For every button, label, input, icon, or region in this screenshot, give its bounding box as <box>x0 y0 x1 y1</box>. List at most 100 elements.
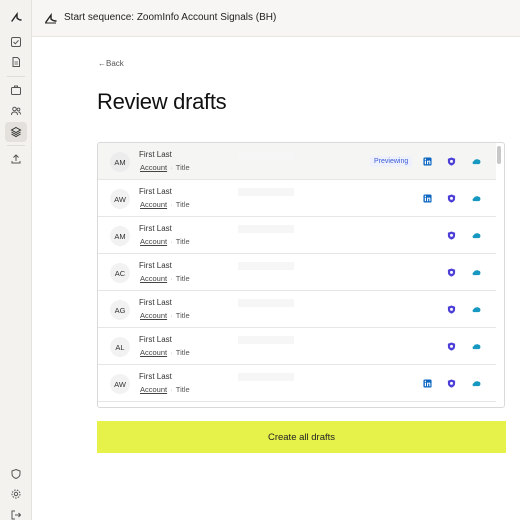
contact-name: First Last <box>139 150 172 159</box>
contact-name: First Last <box>139 224 172 233</box>
salesforce-icon <box>472 195 480 201</box>
create-all-drafts-button[interactable]: Create all drafts <box>97 421 506 453</box>
salesforce-button[interactable] <box>470 155 482 167</box>
account-link[interactable]: Account <box>140 200 167 209</box>
draft-row[interactable]: AM First Last Account · Title <box>98 217 496 254</box>
loading-placeholder <box>238 225 294 233</box>
contact-title: Title <box>175 385 190 394</box>
sidebar-divider <box>7 145 25 146</box>
contact-name: First Last <box>139 335 172 344</box>
scrollbar[interactable] <box>495 144 503 407</box>
avatar: AM <box>110 226 130 246</box>
contact-title: Title <box>175 200 190 209</box>
app-logo[interactable] <box>0 9 32 25</box>
sidebar-item-tasks[interactable] <box>5 32 27 52</box>
salesforce-button[interactable] <box>470 340 482 352</box>
draft-row[interactable]: AG First Last Account · Title <box>98 291 496 328</box>
enrich-button[interactable] <box>445 266 457 278</box>
linkedin-icon <box>422 156 432 166</box>
sidebar-item-contacts[interactable] <box>5 101 27 121</box>
separator-dot: · <box>168 274 175 283</box>
enrich-button[interactable] <box>445 229 457 241</box>
briefcase-icon <box>11 85 21 95</box>
separator-dot: · <box>168 200 175 209</box>
shield-icon <box>447 231 455 240</box>
loading-placeholder <box>238 188 294 196</box>
avatar: AW <box>110 189 130 209</box>
separator-dot: · <box>168 163 175 172</box>
contact-meta: Account · Title <box>140 348 190 357</box>
sidebar-item-accounts[interactable] <box>5 80 27 100</box>
contact-meta: Account · Title <box>140 311 190 320</box>
draft-row[interactable]: AW First Last Account · Title <box>98 365 496 402</box>
linkedin-icon <box>422 378 432 388</box>
enrich-button[interactable] <box>445 155 457 167</box>
contact-meta: Account · Title <box>140 200 190 209</box>
contact-title: Title <box>175 311 190 320</box>
salesforce-button[interactable] <box>470 229 482 241</box>
avatar: AW <box>110 374 130 394</box>
loading-placeholder <box>238 373 294 381</box>
layers-icon <box>10 126 22 138</box>
drafts-list: AM First Last Account · Title Previewing AW F… <box>97 142 505 408</box>
enrich-button[interactable] <box>445 377 457 389</box>
shield-icon <box>447 194 455 203</box>
scroll-thumb[interactable] <box>497 146 501 164</box>
sidebar-item-security[interactable] <box>5 464 27 484</box>
shield-icon <box>447 379 455 388</box>
avatar: AL <box>110 337 130 357</box>
enrich-button[interactable] <box>445 303 457 315</box>
sidebar <box>0 0 32 520</box>
avatar: AG <box>110 300 130 320</box>
salesforce-icon <box>472 343 480 349</box>
account-link[interactable]: Account <box>140 385 167 394</box>
shield-icon <box>11 468 21 480</box>
gear-icon <box>11 489 21 499</box>
draft-row[interactable]: AL First Last Account · Title <box>98 328 496 365</box>
salesforce-icon <box>472 232 480 238</box>
separator-dot: · <box>168 237 175 246</box>
linkedin-button[interactable] <box>421 377 433 389</box>
sequence-icon <box>43 10 59 26</box>
salesforce-button[interactable] <box>470 266 482 278</box>
account-link[interactable]: Account <box>140 163 167 172</box>
linkedin-button[interactable] <box>421 192 433 204</box>
loading-placeholder <box>238 336 294 344</box>
shield-icon <box>447 305 455 314</box>
status-badge: Previewing <box>370 156 413 167</box>
window-title: Start sequence: ZoomInfo Account Signals… <box>64 12 277 23</box>
salesforce-button[interactable] <box>470 192 482 204</box>
account-link[interactable]: Account <box>140 274 167 283</box>
draft-row[interactable]: AC First Last Account · Title <box>98 254 496 291</box>
draft-row[interactable]: AM First Last Account · Title Previewing <box>98 143 496 180</box>
avatar: AC <box>110 263 130 283</box>
sidebar-item-settings[interactable] <box>5 484 27 504</box>
draft-row[interactable]: AW First Last Account · Title <box>98 180 496 217</box>
enrich-button[interactable] <box>445 192 457 204</box>
separator-dot: · <box>168 348 175 357</box>
account-link[interactable]: Account <box>140 311 167 320</box>
contact-name: First Last <box>139 187 172 196</box>
linkedin-button[interactable] <box>421 155 433 167</box>
sidebar-item-logout[interactable] <box>5 505 27 520</box>
contact-title: Title <box>175 274 190 283</box>
upload-icon <box>11 154 21 164</box>
sidebar-item-documents[interactable] <box>5 52 27 72</box>
checkbox-icon <box>11 37 21 47</box>
contact-meta: Account · Title <box>140 237 190 246</box>
account-link[interactable]: Account <box>140 348 167 357</box>
enrich-button[interactable] <box>445 340 457 352</box>
shield-icon <box>447 342 455 351</box>
contact-title: Title <box>175 163 190 172</box>
salesforce-button[interactable] <box>470 377 482 389</box>
sidebar-item-sequences[interactable] <box>5 122 27 142</box>
back-link[interactable]: ←Back <box>98 59 124 68</box>
loading-placeholder <box>238 299 294 307</box>
account-link[interactable]: Account <box>140 237 167 246</box>
separator-dot: · <box>168 311 175 320</box>
salesforce-icon <box>472 306 480 312</box>
salesforce-button[interactable] <box>470 303 482 315</box>
sidebar-item-export[interactable] <box>5 149 27 169</box>
linkedin-icon <box>422 193 432 203</box>
contact-name: First Last <box>139 298 172 307</box>
